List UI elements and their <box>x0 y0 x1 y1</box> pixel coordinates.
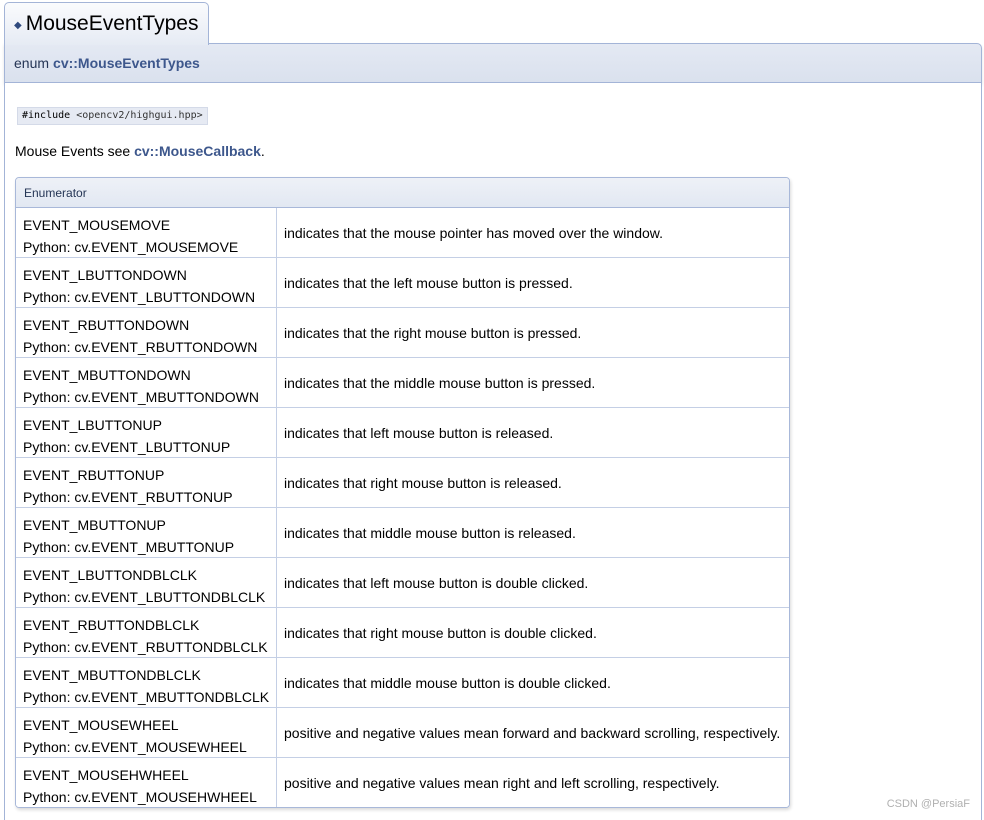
mousecallback-link[interactable]: cv::MouseCallback <box>134 143 261 159</box>
enumerator-description: indicates that the left mouse button is … <box>284 274 573 291</box>
enumerator-name: EVENT_LBUTTONDBLCLK <box>23 567 198 583</box>
enumerator-python-name: Python: cv.EVENT_LBUTTONUP <box>23 439 231 455</box>
enumerator-description: indicates that the right mouse button is… <box>284 324 582 341</box>
enumerator-name-cell: EVENT_MBUTTONDOWN Python: cv.EVENT_MBUTTO… <box>16 358 277 407</box>
enumerator-python-name: Python: cv.EVENT_MOUSEWHEEL <box>23 739 247 755</box>
enumerator-description: indicates that left mouse button is rele… <box>284 424 554 441</box>
include-directive: #include <opencv2/highgui.hpp> <box>17 107 208 125</box>
enumerator-description: indicates that right mouse button is rel… <box>284 474 562 491</box>
enumerator-description: indicates that middle mouse button is do… <box>284 674 611 691</box>
enum-qualified-name: cv::MouseEventTypes <box>53 55 200 71</box>
enumerator-name: EVENT_LBUTTONUP <box>23 417 162 433</box>
enumerator-name-cell: EVENT_MOUSEWHEEL Python: cv.EVENT_MOUSEWH… <box>16 708 277 757</box>
watermark: CSDN @PersiaF <box>886 798 970 810</box>
enumerator-name-cell: EVENT_MBUTTONDBLCLK Python: cv.EVENT_MBUT… <box>16 658 277 707</box>
table-row: EVENT_MOUSEWHEEL Python: cv.EVENT_MOUSEWH… <box>16 708 789 758</box>
enum-prototype: enum cv::MouseEventTypes <box>4 43 982 83</box>
enumerator-description: positive and negative values mean right … <box>284 774 720 791</box>
table-row: EVENT_RBUTTONDBLCLK Python: cv.EVENT_RBUT… <box>16 608 789 658</box>
enumerator-name-cell: EVENT_LBUTTONUP Python: cv.EVENT_LBUTTONU… <box>16 408 277 457</box>
table-row: EVENT_MOUSEMOVE Python: cv.EVENT_MOUSEMOV… <box>16 208 789 258</box>
enum-description: Mouse Events see cv::MouseCallback. <box>15 143 265 159</box>
enumerator-name: EVENT_LBUTTONDOWN <box>23 267 187 283</box>
enumerator-python-name: Python: cv.EVENT_MBUTTONUP <box>23 539 235 555</box>
enumerator-table: Enumerator EVENT_MOUSEMOVE Python: cv.EVE… <box>15 177 790 808</box>
description-prefix: Mouse Events see <box>15 143 131 159</box>
diamond-bullet-icon: ◆ <box>14 19 22 31</box>
table-row: EVENT_RBUTTONUP Python: cv.EVENT_RBUTTONU… <box>16 458 789 508</box>
page-title: MouseEventTypes <box>25 12 199 35</box>
enumerator-description: indicates that the middle mouse button i… <box>284 374 596 391</box>
table-row: EVENT_MBUTTONDBLCLK Python: cv.EVENT_MBUT… <box>16 658 789 708</box>
enumerator-name: EVENT_MBUTTONDOWN <box>23 367 191 383</box>
enumerator-python-name: Python: cv.EVENT_RBUTTONDOWN <box>23 339 258 355</box>
enumerator-python-name: Python: cv.EVENT_LBUTTONDOWN <box>23 289 256 305</box>
table-row: EVENT_LBUTTONDOWN Python: cv.EVENT_LBUTTO… <box>16 258 789 308</box>
enumerator-python-name: Python: cv.EVENT_MOUSEMOVE <box>23 239 239 255</box>
enumerator-name-cell: EVENT_LBUTTONDBLCLK Python: cv.EVENT_LBUT… <box>16 558 277 607</box>
table-row: EVENT_MBUTTONDOWN Python: cv.EVENT_MBUTTO… <box>16 358 789 408</box>
include-file-link[interactable]: <opencv2/highgui.hpp> <box>76 110 202 121</box>
enumerator-table-header: Enumerator <box>16 178 789 208</box>
enumerator-description: positive and negative values mean forwar… <box>284 724 781 741</box>
member-title-tab: ◆ MouseEventTypes <box>4 2 210 45</box>
enumerator-rows: EVENT_MOUSEMOVE Python: cv.EVENT_MOUSEMOV… <box>16 208 789 807</box>
enumerator-name-cell: EVENT_LBUTTONDOWN Python: cv.EVENT_LBUTTO… <box>16 258 277 307</box>
enumerator-name-cell: EVENT_RBUTTONDBLCLK Python: cv.EVENT_RBUT… <box>16 608 277 657</box>
enumerator-python-name: Python: cv.EVENT_LBUTTONDBLCLK <box>23 589 266 605</box>
enumerator-name: EVENT_MBUTTONUP <box>23 517 166 533</box>
enumerator-name-cell: EVENT_RBUTTONDOWN Python: cv.EVENT_RBUTTO… <box>16 308 277 357</box>
enumerator-python-name: Python: cv.EVENT_MBUTTONDBLCLK <box>23 689 270 705</box>
enumerator-description: indicates that right mouse button is dou… <box>284 624 597 641</box>
table-row: EVENT_MOUSEHWHEEL Python: cv.EVENT_MOUSEH… <box>16 758 789 807</box>
enumerator-name: EVENT_RBUTTONUP <box>23 467 165 483</box>
enumerator-name: EVENT_MBUTTONDBLCLK <box>23 667 201 683</box>
description-suffix: . <box>260 143 265 159</box>
enumerator-python-name: Python: cv.EVENT_MBUTTONDOWN <box>23 389 259 405</box>
enumerator-name: EVENT_RBUTTONDOWN <box>23 317 190 333</box>
enum-keyword: enum <box>14 55 50 71</box>
enumerator-python-name: Python: cv.EVENT_RBUTTONDBLCLK <box>23 639 268 655</box>
enumerator-name-cell: EVENT_MOUSEHWHEEL Python: cv.EVENT_MOUSEH… <box>16 758 277 807</box>
table-row: EVENT_RBUTTONDOWN Python: cv.EVENT_RBUTTO… <box>16 308 789 358</box>
enumerator-name-cell: EVENT_RBUTTONUP Python: cv.EVENT_RBUTTONU… <box>16 458 277 507</box>
enumerator-python-name: Python: cv.EVENT_MOUSEHWHEEL <box>23 789 257 805</box>
enumerator-description: indicates that the mouse pointer has mov… <box>284 224 663 241</box>
include-keyword: #include <box>22 110 71 121</box>
enumerator-name: EVENT_MOUSEWHEEL <box>23 717 179 733</box>
table-row: EVENT_LBUTTONDBLCLK Python: cv.EVENT_LBUT… <box>16 558 789 608</box>
enumerator-description: indicates that left mouse button is doub… <box>284 574 589 591</box>
table-row: EVENT_LBUTTONUP Python: cv.EVENT_LBUTTONU… <box>16 408 789 458</box>
enumerator-name: EVENT_MOUSEMOVE <box>23 217 171 233</box>
enumerator-description: indicates that middle mouse button is re… <box>284 524 576 541</box>
enumerator-python-name: Python: cv.EVENT_RBUTTONUP <box>23 489 233 505</box>
enumerator-name: EVENT_RBUTTONDBLCLK <box>23 617 200 633</box>
enumerator-name: EVENT_MOUSEHWHEEL <box>23 767 189 783</box>
enumerator-name-cell: EVENT_MBUTTONUP Python: cv.EVENT_MBUTTONU… <box>16 508 277 557</box>
enumerator-name-cell: EVENT_MOUSEMOVE Python: cv.EVENT_MOUSEMOV… <box>16 208 277 257</box>
table-row: EVENT_MBUTTONUP Python: cv.EVENT_MBUTTONU… <box>16 508 789 558</box>
